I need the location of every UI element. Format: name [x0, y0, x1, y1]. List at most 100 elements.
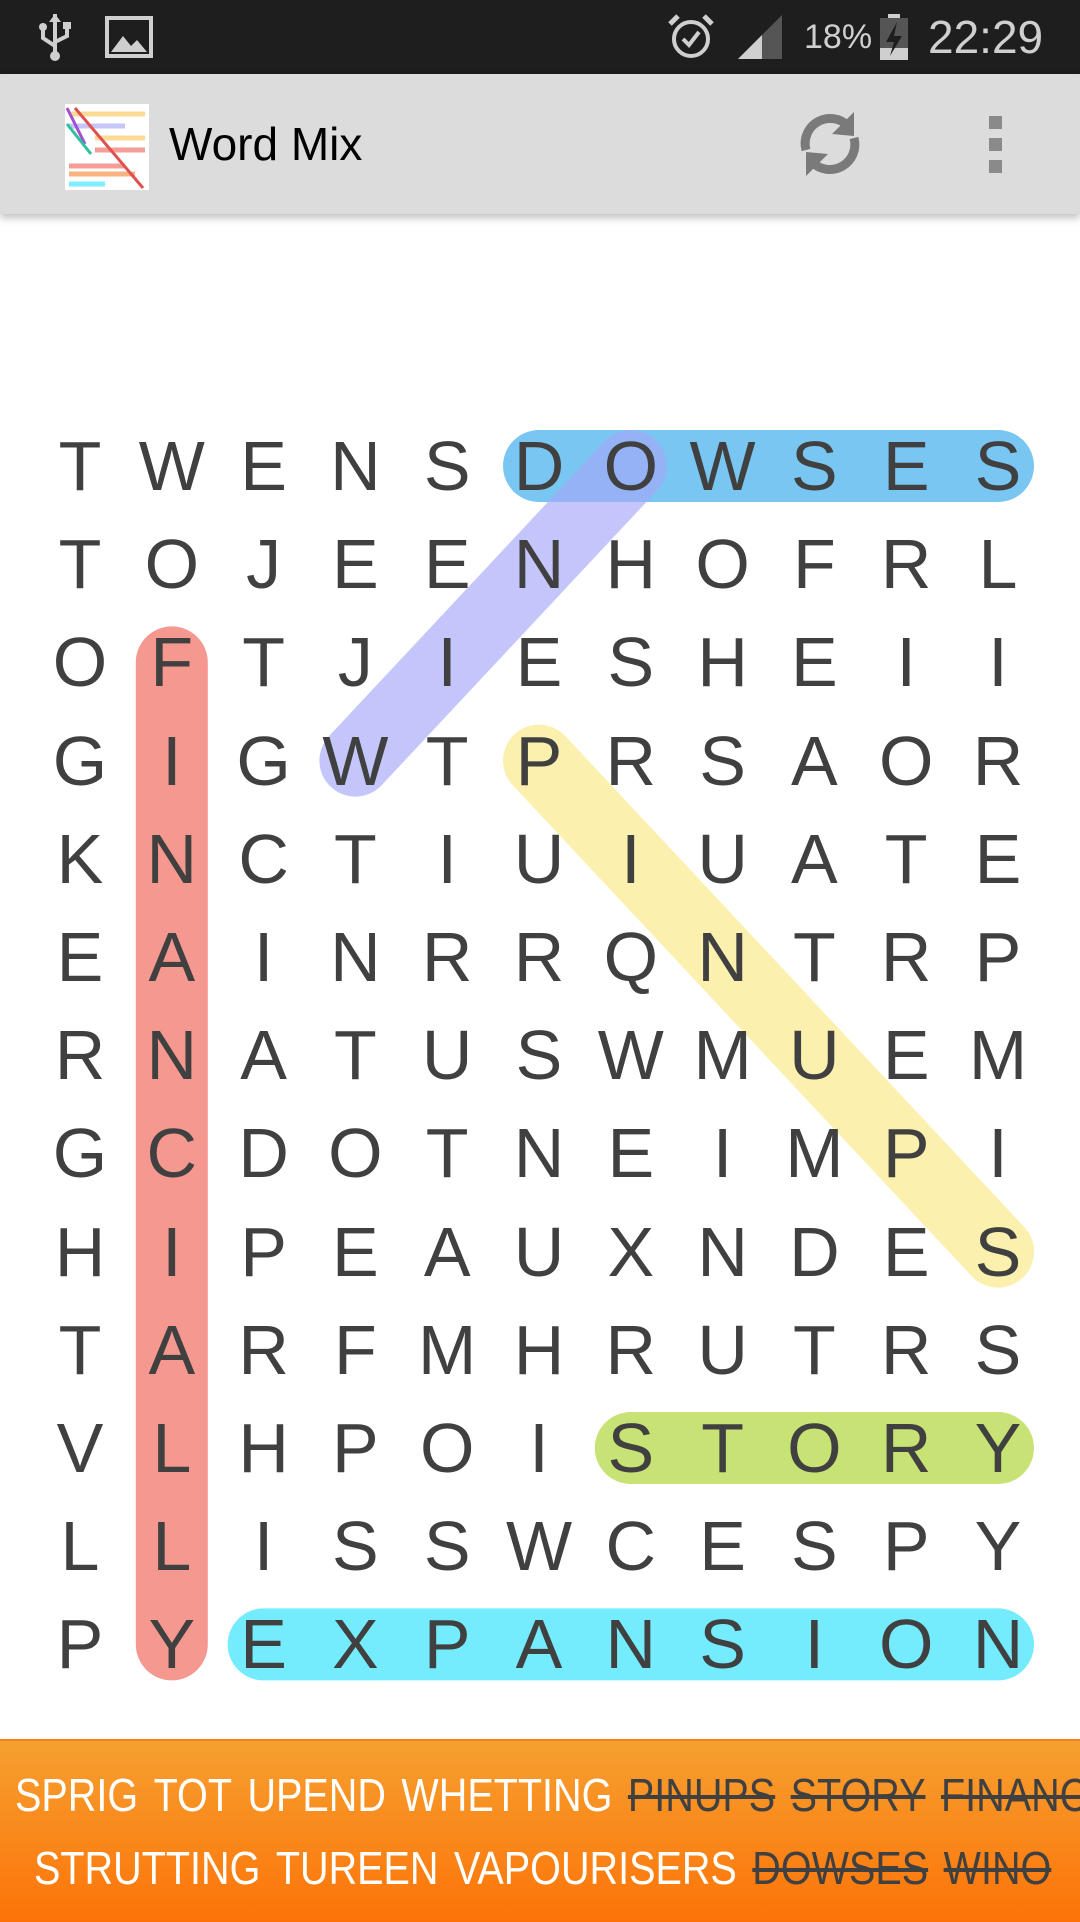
- grid-cell[interactable]: T: [309, 810, 401, 908]
- grid-cell[interactable]: O: [401, 1399, 493, 1497]
- grid-cell[interactable]: O: [585, 417, 677, 515]
- grid-cell[interactable]: J: [309, 613, 401, 711]
- grid-cell[interactable]: M: [952, 1006, 1044, 1104]
- grid-cell[interactable]: W: [126, 417, 218, 515]
- grid-cell[interactable]: O: [309, 1104, 401, 1202]
- word-grid[interactable]: TWENSDOWSESTOJEENHOFRLOFTJIESHEIIGIGWTPR…: [0, 380, 1080, 1720]
- grid-cell[interactable]: I: [218, 908, 310, 1006]
- grid-cell[interactable]: E: [585, 1104, 677, 1202]
- grid-cell[interactable]: N: [309, 417, 401, 515]
- grid-cell[interactable]: S: [768, 417, 860, 515]
- grid-cell[interactable]: T: [677, 1399, 769, 1497]
- grid-cell[interactable]: T: [768, 908, 860, 1006]
- grid-cell[interactable]: N: [126, 1006, 218, 1104]
- grid-cell[interactable]: O: [860, 712, 952, 810]
- grid-cell[interactable]: P: [34, 1595, 126, 1693]
- grid-cell[interactable]: P: [860, 1497, 952, 1595]
- grid-cell[interactable]: D: [218, 1104, 310, 1202]
- grid-cell[interactable]: T: [34, 1301, 126, 1399]
- grid-cell[interactable]: R: [860, 1399, 952, 1497]
- grid-cell[interactable]: R: [860, 1301, 952, 1399]
- grid-cell[interactable]: I: [218, 1497, 310, 1595]
- grid-cell[interactable]: S: [677, 1595, 769, 1693]
- grid-cell[interactable]: P: [309, 1399, 401, 1497]
- grid-cell[interactable]: D: [493, 417, 585, 515]
- grid-cell[interactable]: W: [677, 417, 769, 515]
- grid-cell[interactable]: E: [493, 613, 585, 711]
- grid-cell[interactable]: Y: [952, 1497, 1044, 1595]
- grid-cell[interactable]: E: [401, 515, 493, 613]
- grid-cell[interactable]: G: [34, 1104, 126, 1202]
- grid-cell[interactable]: I: [952, 613, 1044, 711]
- grid-cell[interactable]: C: [218, 810, 310, 908]
- grid-cell[interactable]: R: [952, 712, 1044, 810]
- grid-cell[interactable]: E: [860, 417, 952, 515]
- grid-cell[interactable]: U: [401, 1006, 493, 1104]
- grid-cell[interactable]: E: [34, 908, 126, 1006]
- grid-cell[interactable]: S: [401, 1497, 493, 1595]
- grid-cell[interactable]: P: [952, 908, 1044, 1006]
- grid-cell[interactable]: C: [126, 1104, 218, 1202]
- grid-cell[interactable]: U: [677, 810, 769, 908]
- grid-cell[interactable]: T: [309, 1006, 401, 1104]
- grid-cell[interactable]: H: [218, 1399, 310, 1497]
- grid-cell[interactable]: E: [952, 810, 1044, 908]
- grid-cell[interactable]: A: [768, 810, 860, 908]
- grid-cell[interactable]: R: [218, 1301, 310, 1399]
- grid-cell[interactable]: R: [585, 712, 677, 810]
- grid-cell[interactable]: X: [585, 1203, 677, 1301]
- grid-cell[interactable]: I: [952, 1104, 1044, 1202]
- grid-cell[interactable]: S: [768, 1497, 860, 1595]
- grid-cell[interactable]: S: [952, 417, 1044, 515]
- grid-cell[interactable]: N: [493, 1104, 585, 1202]
- grid-cell[interactable]: N: [493, 515, 585, 613]
- grid-cell[interactable]: S: [309, 1497, 401, 1595]
- grid-cell[interactable]: N: [309, 908, 401, 1006]
- grid-cell[interactable]: U: [493, 810, 585, 908]
- grid-cell[interactable]: A: [401, 1203, 493, 1301]
- grid-cell[interactable]: I: [493, 1399, 585, 1497]
- grid-cell[interactable]: S: [585, 1399, 677, 1497]
- grid-cell[interactable]: I: [585, 810, 677, 908]
- grid-cell[interactable]: O: [677, 515, 769, 613]
- grid-cell[interactable]: Q: [585, 908, 677, 1006]
- grid-cell[interactable]: T: [218, 613, 310, 711]
- grid-cell[interactable]: O: [768, 1399, 860, 1497]
- grid-cell[interactable]: E: [860, 1006, 952, 1104]
- grid-cell[interactable]: L: [952, 515, 1044, 613]
- grid-cell[interactable]: R: [401, 908, 493, 1006]
- grid-cell[interactable]: E: [309, 515, 401, 613]
- grid-cell[interactable]: T: [860, 810, 952, 908]
- grid-cell[interactable]: E: [218, 417, 310, 515]
- grid-cell[interactable]: S: [952, 1301, 1044, 1399]
- grid-cell[interactable]: I: [860, 613, 952, 711]
- grid-cell[interactable]: N: [677, 1203, 769, 1301]
- grid-cell[interactable]: A: [493, 1595, 585, 1693]
- grid-cell[interactable]: E: [768, 613, 860, 711]
- grid-cell[interactable]: P: [860, 1104, 952, 1202]
- grid-cell[interactable]: G: [34, 712, 126, 810]
- grid-cell[interactable]: T: [401, 712, 493, 810]
- grid-cell[interactable]: Y: [952, 1399, 1044, 1497]
- grid-cell[interactable]: D: [768, 1203, 860, 1301]
- grid-cell[interactable]: V: [34, 1399, 126, 1497]
- grid-cell[interactable]: U: [493, 1203, 585, 1301]
- grid-cell[interactable]: G: [218, 712, 310, 810]
- grid-cell[interactable]: L: [34, 1497, 126, 1595]
- grid-cell[interactable]: E: [309, 1203, 401, 1301]
- grid-cell[interactable]: H: [34, 1203, 126, 1301]
- grid-cell[interactable]: W: [493, 1497, 585, 1595]
- grid-cell[interactable]: S: [401, 417, 493, 515]
- grid-cell[interactable]: T: [34, 515, 126, 613]
- grid-cell[interactable]: I: [768, 1595, 860, 1693]
- grid-cell[interactable]: X: [309, 1595, 401, 1693]
- grid-cell[interactable]: N: [585, 1595, 677, 1693]
- grid-cell[interactable]: A: [126, 1301, 218, 1399]
- grid-cell[interactable]: S: [952, 1203, 1044, 1301]
- overflow-menu-icon[interactable]: [975, 114, 1015, 174]
- grid-cell[interactable]: M: [677, 1006, 769, 1104]
- grid-cell[interactable]: U: [677, 1301, 769, 1399]
- grid-cell[interactable]: W: [309, 712, 401, 810]
- grid-cell[interactable]: A: [126, 908, 218, 1006]
- grid-cell[interactable]: E: [860, 1203, 952, 1301]
